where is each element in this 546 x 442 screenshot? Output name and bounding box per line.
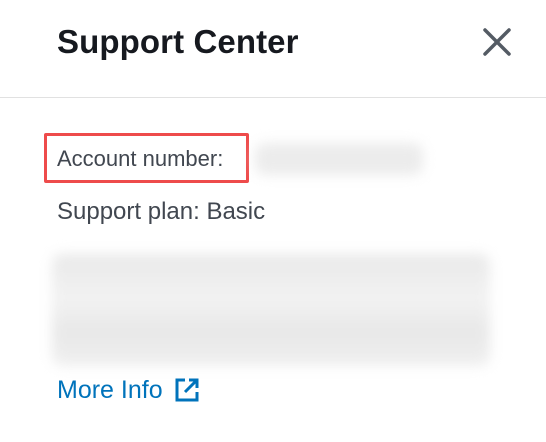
- support-center-panel: Support Center Account number: Support p…: [0, 0, 546, 442]
- panel-header: Support Center: [0, 0, 546, 98]
- more-info-link[interactable]: More Info: [57, 374, 202, 406]
- close-button[interactable]: [479, 24, 515, 60]
- account-number-label: Account number:: [57, 146, 224, 171]
- more-info-label: More Info: [57, 376, 163, 404]
- close-icon: [483, 28, 511, 56]
- support-plan-text: Support plan: Basic: [57, 198, 266, 225]
- description-redacted: [52, 254, 490, 366]
- account-number-value-redacted: [255, 143, 423, 175]
- external-link-icon: [175, 378, 199, 402]
- panel-title: Support Center: [57, 23, 299, 60]
